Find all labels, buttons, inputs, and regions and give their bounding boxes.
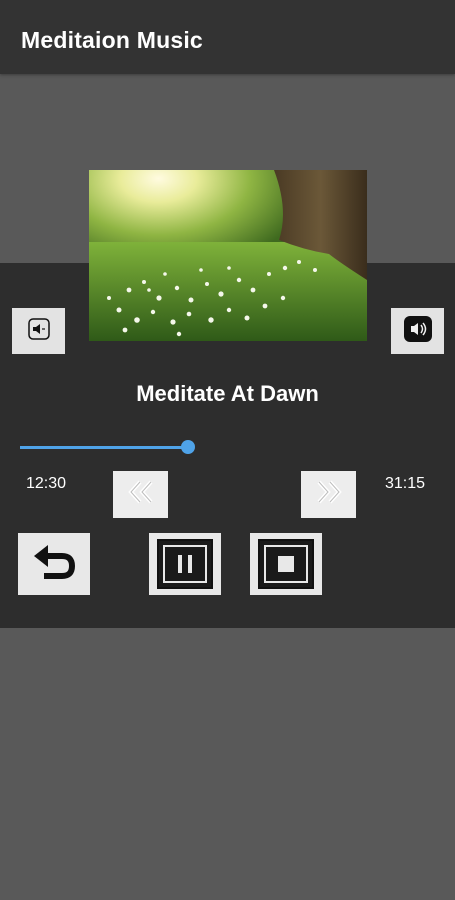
speaker-plus-icon	[403, 315, 433, 348]
album-artwork	[89, 170, 367, 341]
replay-button[interactable]	[18, 533, 90, 595]
seek-thumb[interactable]	[181, 440, 195, 454]
volume-down-button[interactable]	[12, 308, 65, 354]
pause-icon	[157, 539, 213, 589]
seek-bar[interactable]	[20, 436, 440, 458]
stop-icon	[258, 539, 314, 589]
stop-button[interactable]	[250, 533, 322, 595]
pause-button[interactable]	[149, 533, 221, 595]
fast-forward-button[interactable]	[301, 471, 356, 518]
rewind-button[interactable]	[113, 471, 168, 518]
track-title: Meditate At Dawn	[136, 381, 319, 406]
total-time: 31:15	[385, 475, 426, 492]
app-bar: Meditaion Music	[0, 0, 455, 74]
seek-progress	[20, 446, 188, 449]
elapsed-time: 12:30	[26, 475, 67, 492]
app-title: Meditaion Music	[21, 27, 203, 53]
speaker-minus-icon	[27, 317, 50, 345]
volume-up-button[interactable]	[391, 308, 444, 354]
double-chevron-left-icon	[123, 478, 159, 511]
double-chevron-right-icon	[311, 478, 347, 511]
return-arrow-icon	[28, 540, 80, 589]
